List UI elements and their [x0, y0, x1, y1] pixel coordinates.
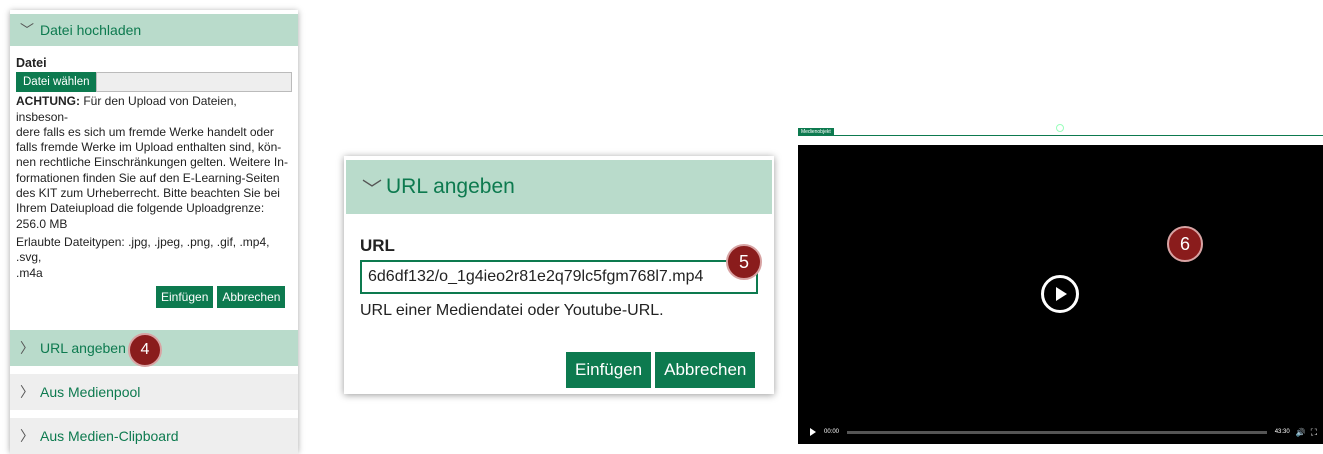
play-icon[interactable] — [810, 428, 816, 436]
section-url-title: URL angeben — [40, 340, 126, 356]
step-badge-4: 4 — [128, 333, 162, 367]
section-upload-header[interactable]: ﹀ Datei hochladen — [10, 14, 298, 46]
cancel-button[interactable]: Abbrechen — [655, 352, 756, 388]
chevron-right-icon: 〉 — [20, 340, 34, 356]
allowed-types-line: .m4a — [16, 265, 43, 280]
notice-line: des KIT zum Urheberrecht. Bitte beachten… — [16, 186, 280, 201]
divider — [798, 135, 1323, 136]
insert-button[interactable]: Einfügen — [566, 352, 652, 388]
chevron-down-icon: ﹀ — [362, 178, 382, 201]
file-name-box[interactable] — [96, 72, 292, 93]
section-upload-title: Datei hochladen — [40, 22, 142, 38]
upload-body: Datei Datei wählen ACHTUNG: Für den Uplo… — [16, 56, 292, 281]
video-player[interactable]: 00:00 43:30 🔊 ⛶ — [798, 145, 1323, 444]
url-help-text: URL einer Mediendatei oder Youtube-URL. — [360, 302, 664, 319]
notice-line: dere falls es sich um fremde Werke hande… — [16, 124, 274, 139]
section-url-title: URL angeben — [386, 175, 515, 198]
notice-line: Ihrem Dateiupload die folgende Uploadgre… — [16, 201, 265, 216]
step-badge-6: 6 — [1167, 226, 1203, 262]
upload-actions: Einfügen Abbrechen — [156, 286, 286, 308]
insert-button[interactable]: Einfügen — [156, 286, 214, 308]
url-field-label: URL — [360, 236, 395, 255]
seek-bar[interactable] — [847, 430, 1267, 434]
chevron-right-icon: 〉 — [20, 428, 34, 444]
info-icon[interactable] — [1056, 124, 1064, 132]
url-actions: Einfügen Abbrechen — [566, 352, 756, 388]
notice-line: formationen finden Sie auf den E-Learnin… — [16, 170, 280, 185]
chevron-down-icon: ﹀ — [20, 22, 34, 38]
time-total: 43:30 — [1274, 429, 1290, 435]
file-field-label: Datei — [16, 56, 47, 70]
section-pool-header[interactable]: 〉 Aus Medienpool — [10, 374, 298, 410]
notice-bold: ACHTUNG: — [16, 94, 80, 109]
upload-notice: ACHTUNG: Für den Upload von Dateien, ins… — [16, 94, 292, 232]
file-input[interactable]: Datei wählen — [16, 72, 292, 93]
volume-icon[interactable]: 🔊 — [1296, 428, 1306, 437]
choose-file-button[interactable]: Datei wählen — [16, 72, 97, 93]
notice-line: falls fremde Werke im Upload enthalten s… — [16, 140, 282, 155]
cancel-button[interactable]: Abbrechen — [217, 286, 286, 308]
chevron-right-icon: 〉 — [20, 384, 34, 400]
allowed-types-line: Erlaubte Dateitypen: .jpg, .jpeg, .png, … — [16, 234, 270, 265]
section-clipboard-title: Aus Medien-Clipboard — [40, 428, 179, 444]
notice-line: nen rechtliche Einschränkungen gelten. W… — [16, 155, 288, 170]
upload-panel: ﹀ Datei hochladen Datei Datei wählen ACH… — [10, 10, 298, 454]
time-current: 00:00 — [824, 429, 840, 435]
notice-line: 256.0 MB — [16, 216, 68, 231]
media-object-panel: Medienobjekt 00:00 43:30 🔊 ⛶ — [798, 124, 1323, 444]
play-icon[interactable] — [1041, 275, 1079, 313]
section-url-header[interactable]: ﹀ URL angeben — [346, 160, 772, 214]
section-clipboard-header[interactable]: 〉 Aus Medien-Clipboard — [10, 418, 298, 454]
step-badge-5: 5 — [726, 244, 762, 280]
section-pool-title: Aus Medienpool — [40, 384, 141, 400]
player-controls: 00:00 43:30 🔊 ⛶ — [798, 420, 1323, 444]
fullscreen-icon[interactable]: ⛶ — [1311, 427, 1317, 438]
url-panel: ﹀ URL angeben URL 6d6df132/o_1g4ieo2r81e… — [344, 156, 774, 394]
url-input[interactable]: 6d6df132/o_1g4ieo2r81e2q79lc5fgm768l7.mp… — [360, 260, 758, 294]
allowed-types: Erlaubte Dateitypen: .jpg, .jpeg, .png, … — [16, 235, 292, 281]
